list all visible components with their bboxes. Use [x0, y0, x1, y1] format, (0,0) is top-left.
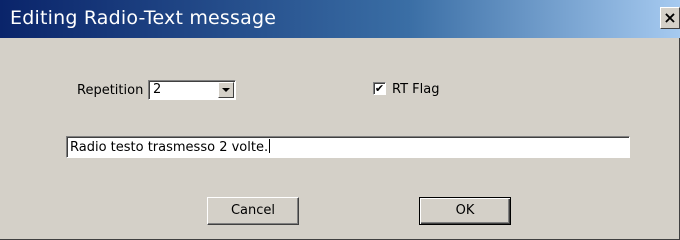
text-cursor: [269, 139, 271, 153]
checkmark-icon: ✔: [374, 82, 385, 95]
rt-flag-checkbox[interactable]: ✔: [373, 82, 386, 95]
ok-button[interactable]: OK: [419, 197, 511, 225]
close-icon: ×: [663, 8, 677, 27]
message-input[interactable]: Radio testo trasmesso 2 volte.: [66, 136, 630, 158]
radio-text-dialog: Editing Radio-Text message × Repetition …: [0, 0, 680, 240]
dropdown-button[interactable]: [218, 82, 234, 98]
close-button[interactable]: ×: [660, 7, 680, 29]
title-bar[interactable]: Editing Radio-Text message ×: [0, 0, 680, 38]
message-text: Radio testo trasmesso 2 volte.: [70, 140, 269, 155]
cancel-button[interactable]: Cancel: [207, 197, 299, 225]
repetition-select[interactable]: 2: [148, 80, 236, 100]
repetition-label: Repetition: [77, 83, 144, 98]
window-title: Editing Radio-Text message: [10, 7, 277, 29]
repetition-value: 2: [153, 82, 162, 97]
chevron-down-icon: [222, 88, 230, 92]
rt-flag-label[interactable]: RT Flag: [392, 82, 439, 97]
